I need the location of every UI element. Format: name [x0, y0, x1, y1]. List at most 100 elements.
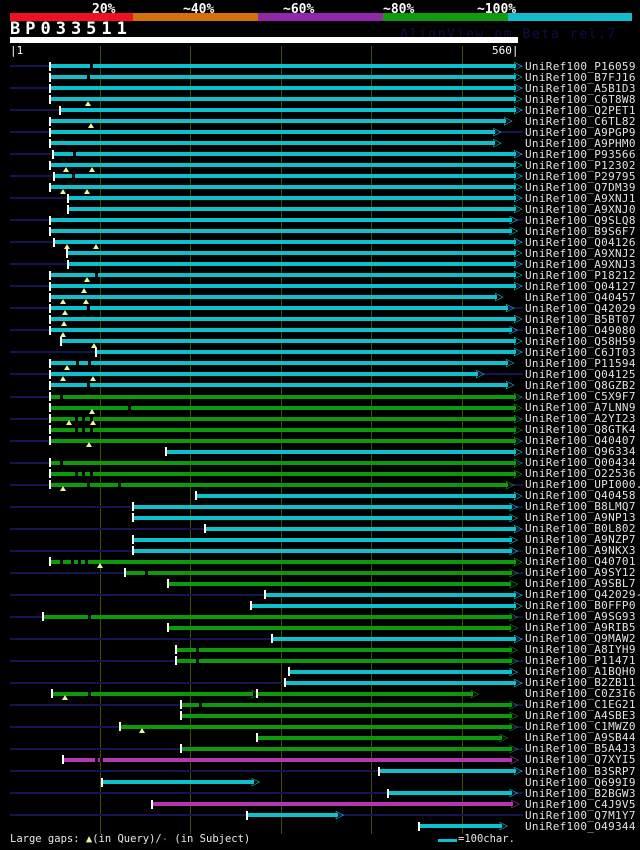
alignment-bar[interactable] — [67, 196, 517, 201]
alignment-bar[interactable] — [288, 669, 512, 674]
alignment-bar[interactable] — [257, 735, 502, 740]
subject-label[interactable]: UniRef100_Q7M1Y7 — [525, 810, 636, 821]
alignment-bar[interactable] — [181, 746, 512, 751]
query-gap-marker-icon — [88, 166, 95, 172]
subject-label[interactable]: UniRef100_C6TL82 — [525, 116, 636, 127]
arrowhead-icon: ▷ — [514, 675, 523, 689]
subject-label[interactable]: UniRef100_B2BGW3 — [525, 788, 636, 799]
alignment-bar[interactable] — [49, 163, 517, 168]
segment-start-tick — [48, 314, 51, 324]
alignment-bar[interactable] — [133, 537, 512, 542]
alignment-bar[interactable] — [49, 361, 508, 366]
alignment-bar[interactable] — [49, 405, 517, 410]
alignment-bar[interactable] — [168, 625, 512, 630]
alignment-bar[interactable] — [49, 317, 517, 322]
segment-start-tick — [48, 292, 51, 302]
alignment-bar[interactable] — [54, 174, 517, 179]
segment-start-tick — [418, 821, 421, 831]
alignment-bar[interactable] — [49, 141, 496, 146]
alignment-bar[interactable] — [387, 791, 512, 795]
alignment-bar[interactable] — [204, 526, 517, 531]
subject-label[interactable]: UniRef100_Q2PET1 — [525, 105, 636, 116]
alignment-bar[interactable] — [51, 691, 254, 696]
alignment-bar[interactable] — [67, 251, 517, 256]
alignment-bar[interactable] — [133, 515, 512, 520]
alignment-bar[interactable] — [60, 339, 517, 344]
alignment-bar[interactable] — [49, 306, 508, 311]
alignment-bar[interactable] — [49, 295, 498, 300]
subject-label[interactable]: UniRef100_A9PHM0 — [525, 138, 636, 149]
alignment-bar[interactable] — [49, 460, 517, 465]
alignment-bar[interactable] — [49, 97, 517, 101]
alignment-bar[interactable] — [257, 691, 473, 696]
alignment-bar[interactable] — [54, 240, 517, 245]
gap-legend-prefix: Large gaps: — [10, 833, 86, 845]
alignment-bar[interactable] — [181, 713, 512, 718]
subject-label[interactable]: UniRef100_Q7XYI5 — [525, 754, 636, 765]
alignment-bar[interactable] — [250, 603, 517, 608]
alignment-bar[interactable] — [49, 75, 517, 79]
alignment-bar[interactable] — [379, 769, 517, 773]
subject-label[interactable]: UniRef100_O49344 — [525, 821, 636, 832]
alignment-bar[interactable] — [125, 570, 512, 575]
alignment-bar[interactable] — [195, 493, 517, 498]
query-gap-marker-icon — [96, 563, 103, 569]
ruler-start-label: |1 — [10, 44, 24, 57]
subject-label[interactable]: UniRef100_P12302 — [525, 160, 636, 171]
alignment-bar[interactable] — [49, 372, 479, 377]
alignment-bar[interactable] — [52, 152, 517, 157]
alignment-bar[interactable] — [49, 119, 507, 124]
subject-gap-marker — [87, 361, 91, 366]
alignment-bar[interactable] — [165, 449, 517, 454]
alignment-bar[interactable] — [49, 229, 512, 234]
subject-label[interactable]: UniRef100_P93566 — [525, 149, 636, 160]
alignment-bar[interactable] — [49, 416, 517, 421]
arrowhead-icon: ▷ — [509, 510, 519, 524]
subject-label[interactable]: UniRef100_A9PGP9 — [525, 127, 636, 138]
subject-label[interactable]: UniRef100_B7FJ16 — [525, 72, 636, 83]
alignment-bar[interactable] — [49, 130, 496, 135]
alignment-bar[interactable] — [168, 581, 512, 586]
alignment-bar[interactable] — [49, 218, 512, 223]
alignment-bar[interactable] — [63, 757, 513, 762]
alignment-bar[interactable] — [152, 802, 514, 806]
alignment-bar[interactable] — [49, 284, 517, 289]
alignment-bar[interactable] — [96, 350, 517, 355]
alignment-bar[interactable] — [285, 680, 517, 685]
alignment-bar[interactable] — [265, 592, 517, 597]
alignment-bar[interactable] — [67, 207, 517, 212]
subject-label[interactable]: UniRef100_C6T8W8 — [525, 94, 636, 105]
alignment-bar[interactable] — [49, 394, 517, 399]
alignment-bar[interactable] — [49, 86, 517, 90]
alignment-bar[interactable] — [67, 262, 517, 267]
subject-label[interactable]: UniRef100_Q699I9 — [525, 777, 636, 788]
alignment-bar[interactable] — [133, 504, 512, 509]
alignment-bar[interactable] — [271, 636, 517, 641]
alignment-bar[interactable] — [102, 780, 254, 784]
alignment-bar[interactable] — [181, 702, 512, 707]
subject-label[interactable]: UniRef100_A5B1D3 — [525, 83, 636, 94]
alignment-bar[interactable] — [49, 471, 517, 476]
arrowhead-icon: ▷ — [514, 455, 523, 469]
alignment-bar[interactable] — [59, 108, 517, 113]
alignment-bar[interactable] — [175, 647, 512, 652]
alignment-bar[interactable] — [49, 273, 517, 278]
alignment-bar[interactable] — [133, 548, 512, 553]
alignment-bar[interactable] — [119, 724, 512, 729]
alignment-bar[interactable] — [49, 438, 517, 443]
alignment-bar[interactable] — [175, 658, 512, 663]
alignment-bar[interactable] — [49, 427, 517, 432]
subject-label[interactable]: UniRef100_P16059 — [525, 61, 636, 72]
alignment-bar[interactable] — [419, 824, 502, 828]
alignment-bar[interactable] — [42, 614, 512, 619]
alignment-bar[interactable] — [49, 328, 512, 333]
subject-label[interactable]: UniRef100_C4J9V5 — [525, 799, 636, 810]
alignment-bar[interactable] — [247, 813, 338, 817]
query-gap-marker-icon — [60, 298, 67, 304]
subject-gap-marker — [117, 482, 121, 487]
alignment-bar[interactable] — [49, 383, 508, 388]
subject-label[interactable]: UniRef100_B3SRP7 — [525, 766, 636, 777]
alignment-bar[interactable] — [49, 185, 517, 190]
alignment-bar[interactable] — [49, 559, 517, 564]
alignment-bar[interactable] — [49, 64, 517, 68]
